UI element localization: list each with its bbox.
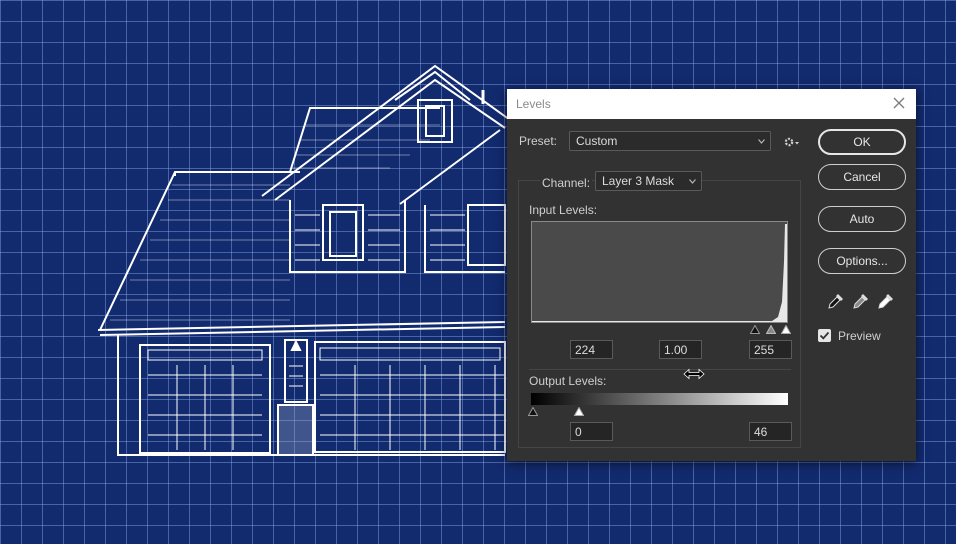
chevron-down-icon	[758, 139, 765, 144]
dialog-title: Levels	[516, 97, 551, 111]
preset-select[interactable]: Custom	[569, 131, 771, 151]
white-eyedropper-icon[interactable]	[877, 292, 895, 310]
histogram-curve	[532, 224, 787, 322]
auto-button[interactable]: Auto	[818, 206, 906, 232]
channel-value: Layer 3 Mask	[602, 174, 675, 188]
input-levels-label: Input Levels:	[529, 203, 598, 217]
output-gradient-bar	[531, 393, 788, 405]
input-black-slider[interactable]	[750, 325, 760, 334]
input-white-field[interactable]: 255	[749, 340, 792, 359]
channel-select[interactable]: Layer 3 Mask	[595, 171, 702, 191]
checkmark-icon	[819, 331, 830, 340]
dialog-titlebar[interactable]: Levels	[507, 89, 916, 119]
close-icon[interactable]	[891, 95, 907, 111]
options-button[interactable]: Options...	[818, 248, 906, 274]
output-black-field[interactable]: 0	[570, 422, 613, 441]
channel-label: Channel:	[540, 176, 593, 190]
black-eyedropper-icon[interactable]	[827, 292, 845, 310]
histogram	[531, 221, 788, 323]
preset-value: Custom	[576, 134, 618, 148]
input-gamma-field[interactable]: 1.00	[659, 340, 702, 359]
gear-icon[interactable]	[783, 135, 801, 149]
levels-dialog: Levels Preset: Custom Channel: Layer 3 M…	[507, 89, 916, 461]
output-white-slider[interactable]	[574, 407, 584, 416]
gray-eyedropper-icon[interactable]	[852, 292, 870, 310]
output-white-field[interactable]: 46	[749, 422, 792, 441]
preview-label: Preview	[838, 329, 881, 343]
output-black-slider[interactable]	[528, 407, 538, 416]
input-white-slider[interactable]	[781, 325, 791, 334]
input-gamma-slider[interactable]	[766, 325, 776, 334]
ok-button[interactable]: OK	[818, 129, 906, 155]
cancel-button[interactable]: Cancel	[818, 164, 906, 190]
preview-checkbox[interactable]	[818, 329, 831, 342]
output-levels-label: Output Levels:	[529, 374, 607, 388]
input-black-field[interactable]: 224	[570, 340, 613, 359]
preset-label: Preset:	[519, 134, 558, 148]
chevron-down-icon	[689, 179, 696, 184]
section-divider	[529, 369, 791, 370]
resize-cursor-icon	[683, 368, 705, 380]
